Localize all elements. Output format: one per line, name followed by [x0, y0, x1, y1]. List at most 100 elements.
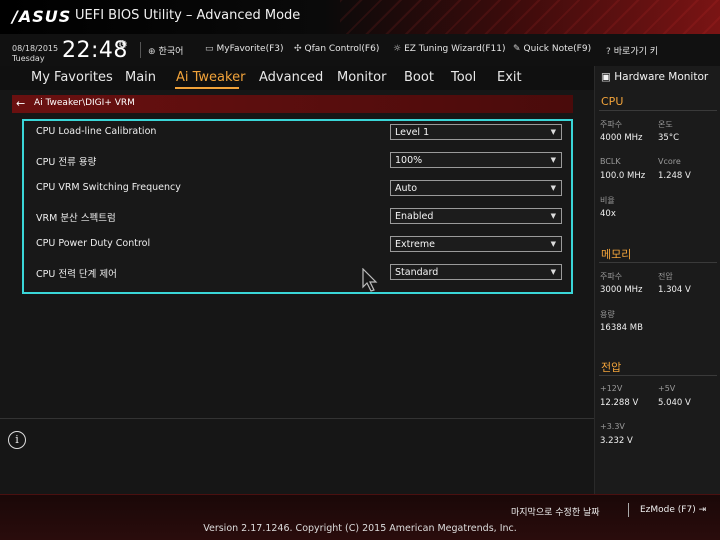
hardware-monitor-panel: ▣ Hardware Monitor CPU 주파수 온도 4000 MHz 3… [594, 66, 720, 494]
setting-row[interactable]: CPU Load-line Calibration Level 1 ▼ [36, 122, 566, 142]
setting-row[interactable]: CPU VRM Switching Frequency Auto ▼ [36, 178, 566, 198]
setting-row[interactable]: CPU 전력 단계 제어 Standard ▼ [36, 262, 566, 282]
mem-freq-label: 주파수 [600, 272, 623, 281]
setting-value: Auto [395, 183, 418, 194]
quick-note-button[interactable]: ✎ Quick Note(F9) [513, 44, 591, 54]
setting-value: Standard [395, 267, 439, 278]
setting-row[interactable]: CPU 전류 용량 100% ▼ [36, 150, 566, 170]
divider [599, 375, 717, 376]
cpu-temp-label: 온도 [658, 120, 673, 129]
help-icon: ? [606, 47, 611, 57]
globe-icon: ⊕ [148, 47, 156, 57]
ez-tuning-label: EZ Tuning Wizard(F11) [404, 44, 506, 54]
quick-note-label: Quick Note(F9) [523, 44, 592, 54]
v33-label: +3.3V [600, 422, 625, 431]
qfan-label: Qfan Control(F6) [304, 44, 380, 54]
caret-down-icon: ▼ [550, 240, 556, 248]
setting-value: Level 1 [395, 127, 430, 138]
date-display: 08/18/2015 Tuesday [12, 44, 58, 64]
tab-my-favorites[interactable]: My Favorites [31, 70, 113, 85]
setting-label: CPU VRM Switching Frequency [36, 182, 181, 193]
settings-panel: CPU Load-line Calibration Level 1 ▼ CPU … [22, 119, 573, 294]
setting-dropdown[interactable]: Auto ▼ [390, 180, 562, 196]
ratio-value: 40x [600, 209, 616, 219]
exit-arrow-icon: ⇥ [695, 505, 707, 515]
qfan-button[interactable]: ✣ Qfan Control(F6) [294, 44, 379, 54]
help-divider [0, 418, 594, 419]
memory-heading: 메모리 [601, 248, 632, 261]
tab-tool[interactable]: Tool [451, 70, 476, 85]
language-label: 한국어 [158, 47, 184, 57]
v5-value: 5.040 V [658, 398, 691, 408]
cpu-freq-value: 4000 MHz [600, 133, 643, 143]
language-button[interactable]: ⊕ 한국어 [148, 44, 183, 57]
favorite-icon: ▭ [205, 44, 214, 54]
setting-dropdown[interactable]: Level 1 ▼ [390, 124, 562, 140]
last-modified-button[interactable]: 마지막으로 수정한 날짜 [511, 505, 600, 518]
info-icon[interactable]: i [8, 431, 26, 449]
setting-dropdown[interactable]: 100% ▼ [390, 152, 562, 168]
setting-label: CPU Load-line Calibration [36, 126, 157, 137]
bclk-value: 100.0 MHz [600, 171, 646, 181]
gear-icon[interactable]: ⚙ [118, 38, 128, 51]
mem-capacity-label: 용량 [600, 310, 615, 319]
hotkeys-label: 바로가기 키 [613, 47, 659, 57]
caret-down-icon: ▼ [550, 128, 556, 136]
cpu-heading: CPU [601, 95, 624, 108]
back-arrow-icon[interactable]: ← [16, 97, 25, 110]
ezmode-label: EzMode (F7) [640, 505, 696, 515]
tab-ai-tweaker[interactable]: Ai Tweaker [176, 70, 245, 85]
ez-tuning-button[interactable]: ☼ EZ Tuning Wizard(F11) [393, 44, 505, 54]
setting-dropdown[interactable]: Standard ▼ [390, 264, 562, 280]
title-bar: /ASUS UEFI BIOS Utility – Advanced Mode [0, 0, 720, 34]
ratio-label: 비율 [600, 196, 615, 205]
caret-down-icon: ▼ [550, 268, 556, 276]
hardware-monitor-title: ▣ Hardware Monitor [601, 71, 708, 83]
ezmode-button[interactable]: EzMode (F7) ⇥ [640, 505, 706, 515]
v12-label: +12V [600, 384, 623, 393]
hotkeys-button[interactable]: ? 바로가기 키 [606, 44, 658, 57]
v12-value: 12.288 V [600, 398, 639, 408]
cpu-freq-label: 주파수 [600, 120, 623, 129]
mem-capacity-value: 16384 MB [600, 323, 643, 333]
monitor-icon: ▣ [601, 71, 615, 83]
tab-boot[interactable]: Boot [404, 70, 434, 85]
setting-label: CPU 전류 용량 [36, 157, 97, 168]
tab-main[interactable]: Main [125, 70, 156, 85]
caret-down-icon: ▼ [550, 212, 556, 220]
weekday-text: Tuesday [12, 54, 45, 63]
setting-row[interactable]: VRM 분산 스펙트럼 Enabled ▼ [36, 206, 566, 226]
v5-label: +5V [658, 384, 676, 393]
tab-exit[interactable]: Exit [497, 70, 522, 85]
breadcrumb-text: Ai Tweaker\DIGI+ VRM [34, 98, 135, 108]
mem-volt-label: 전압 [658, 272, 673, 281]
myfavorite-button[interactable]: ▭ MyFavorite(F3) [205, 44, 284, 54]
footer: 마지막으로 수정한 날짜 EzMode (F7) ⇥ Version 2.17.… [0, 494, 720, 540]
bclk-label: BCLK [600, 157, 621, 166]
asus-logo: /ASUS [12, 7, 72, 26]
divider [140, 42, 141, 58]
setting-label: CPU Power Duty Control [36, 238, 151, 249]
setting-value: 100% [395, 155, 423, 166]
bulb-icon: ☼ [393, 44, 402, 54]
caret-down-icon: ▼ [550, 156, 556, 164]
setting-label: CPU 전력 단계 제어 [36, 269, 117, 280]
info-bar: 08/18/2015 Tuesday 22:48 ⚙ ⊕ 한국어 ▭ MyFavor… [0, 34, 720, 66]
tab-monitor[interactable]: Monitor [337, 70, 386, 85]
mouse-cursor-icon [362, 268, 378, 292]
hardware-monitor-title-text: Hardware Monitor [614, 71, 709, 83]
setting-value: Enabled [395, 211, 434, 222]
date-text: 08/18/2015 [12, 44, 59, 53]
tab-advanced[interactable]: Advanced [259, 70, 323, 85]
divider [628, 503, 629, 517]
fan-icon: ✣ [294, 44, 302, 54]
mem-freq-value: 3000 MHz [600, 285, 643, 295]
setting-value: Extreme [395, 239, 435, 250]
note-icon: ✎ [513, 44, 521, 54]
setting-dropdown[interactable]: Extreme ▼ [390, 236, 562, 252]
setting-row[interactable]: CPU Power Duty Control Extreme ▼ [36, 234, 566, 254]
voltage-heading: 전압 [601, 361, 622, 374]
active-tab-indicator [175, 87, 239, 89]
divider [599, 110, 717, 111]
setting-dropdown[interactable]: Enabled ▼ [390, 208, 562, 224]
